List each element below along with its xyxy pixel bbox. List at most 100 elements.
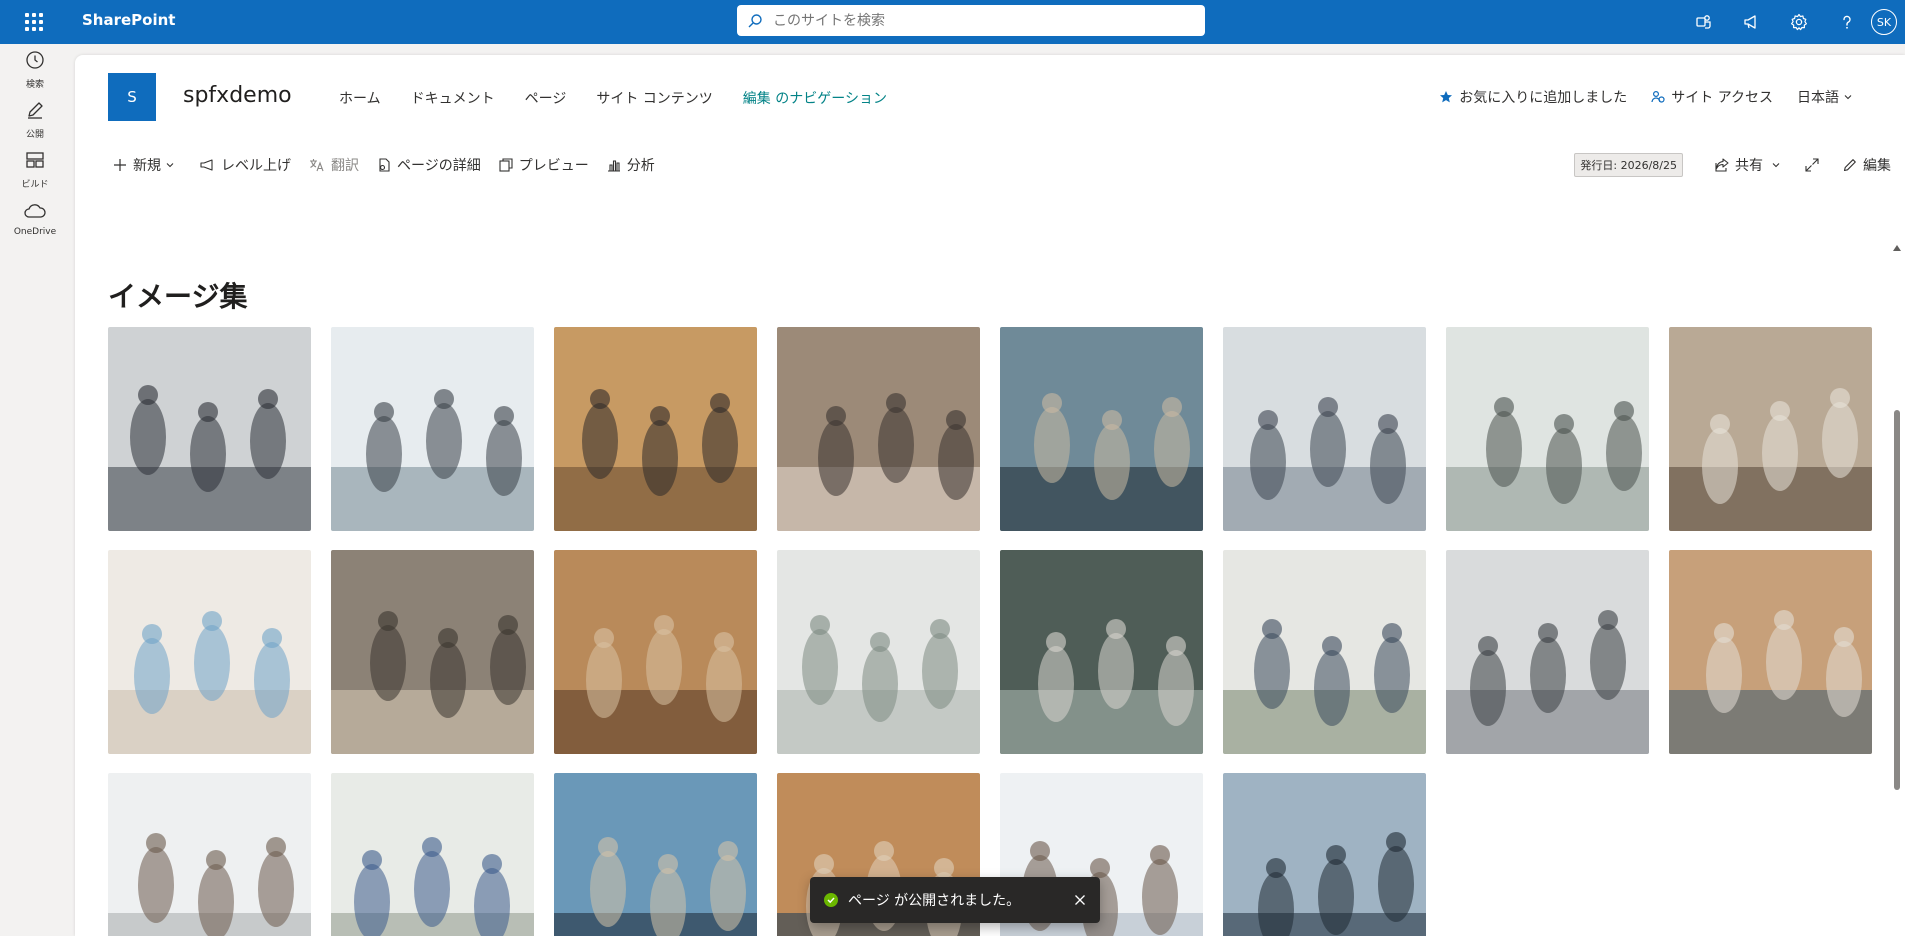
- gallery-image[interactable]: [108, 773, 311, 936]
- appbar-label: OneDrive: [13, 227, 57, 237]
- appbar-item-search[interactable]: 検索: [0, 44, 70, 94]
- appbar-item-build[interactable]: ビルド: [0, 144, 70, 194]
- site-navigation: ホーム ドキュメント ページ サイト コンテンツ 編集 のナビゲーション: [339, 88, 917, 108]
- appbar-label: ビルド: [21, 179, 49, 190]
- new-label: 新規: [133, 158, 161, 174]
- share-label: 共有: [1735, 158, 1763, 174]
- scroll-up-arrow[interactable]: [1893, 245, 1901, 251]
- check-icon: [824, 893, 838, 907]
- megaphone-icon: [200, 159, 213, 171]
- gear-document-icon: [379, 158, 390, 172]
- preview-icon: [499, 158, 513, 172]
- suite-icons: SK: [1679, 0, 1905, 44]
- teams-icon[interactable]: [1679, 0, 1727, 44]
- search-icon: [24, 49, 46, 75]
- gallery-image[interactable]: [777, 550, 980, 754]
- search-icon: [737, 5, 773, 36]
- language-selector[interactable]: 日本語: [1797, 87, 1853, 107]
- chart-icon: [607, 160, 620, 172]
- appbar-label: 検索: [25, 79, 44, 90]
- appbar-item-onedrive[interactable]: OneDrive: [0, 194, 70, 244]
- gallery-image[interactable]: [1446, 327, 1649, 531]
- gallery-image[interactable]: [1223, 327, 1426, 531]
- promote-button[interactable]: レベル上げ: [199, 155, 291, 175]
- gear-icon[interactable]: [1775, 0, 1823, 44]
- gallery-image[interactable]: [1669, 550, 1872, 754]
- share-icon: [1715, 158, 1729, 172]
- nav-documents[interactable]: ドキュメント: [411, 88, 495, 108]
- site-logo[interactable]: S: [108, 73, 156, 121]
- share-button[interactable]: 共有: [1715, 155, 1787, 175]
- help-icon[interactable]: [1823, 0, 1871, 44]
- expand-button[interactable]: [1805, 158, 1825, 172]
- language-label: 日本語: [1797, 90, 1839, 106]
- gallery-image[interactable]: [1000, 550, 1203, 754]
- site-access-label: サイト アクセス: [1671, 90, 1773, 106]
- preview-label: プレビュー: [518, 158, 589, 174]
- translate-button[interactable]: 翻訳: [309, 155, 359, 175]
- analytics-label: 分析: [626, 158, 655, 174]
- pencil-icon: [1843, 159, 1856, 172]
- gallery-image[interactable]: [554, 550, 757, 754]
- nav-site-contents[interactable]: サイト コンテンツ: [596, 88, 712, 108]
- cloud-icon: [23, 201, 47, 225]
- star-icon: [1440, 91, 1453, 103]
- gallery-image[interactable]: [1223, 550, 1426, 754]
- build-icon: [24, 149, 46, 175]
- gallery-image[interactable]: [331, 327, 534, 531]
- gallery-image[interactable]: [331, 550, 534, 754]
- suite-bar: SharePoint SK: [0, 0, 1905, 44]
- chevron-down-icon: [1844, 95, 1852, 100]
- toast-message: ページ が公開されました。: [848, 893, 1021, 909]
- appbar-label: 公開: [25, 129, 44, 140]
- gallery-image[interactable]: [108, 550, 311, 754]
- site-header: S spfxdemo ホーム ドキュメント ページ サイト コンテンツ 編集 の…: [75, 55, 1905, 135]
- chevron-down-icon: [1772, 163, 1780, 168]
- app-bar: 検索 公開 ビルド OneDrive: [0, 44, 70, 936]
- close-icon[interactable]: [1074, 891, 1086, 910]
- gallery-image[interactable]: [331, 773, 534, 936]
- section-title: イメージ集: [108, 280, 248, 313]
- page-canvas: S spfxdemo ホーム ドキュメント ページ サイト コンテンツ 編集 の…: [75, 55, 1905, 936]
- new-button[interactable]: 新規: [113, 155, 181, 175]
- translate-icon: [310, 159, 324, 172]
- gallery-image[interactable]: [1223, 773, 1426, 936]
- command-bar: 新規 レベル上げ 翻訳 ページの詳細 プレビュー 分析 発行日: 2026/8/…: [75, 145, 1905, 185]
- gallery-image[interactable]: [554, 327, 757, 531]
- megaphone-icon[interactable]: [1727, 0, 1775, 44]
- edit-label: 編集: [1863, 158, 1891, 174]
- waffle-icon[interactable]: [22, 10, 46, 34]
- header-actions: お気に入りに追加しました サイト アクセス 日本語: [1415, 87, 1853, 107]
- scroll-thumb[interactable]: [1894, 410, 1900, 790]
- edit-button[interactable]: 編集: [1843, 155, 1891, 175]
- nav-home[interactable]: ホーム: [339, 88, 381, 108]
- page-details-button[interactable]: ページの詳細: [377, 155, 481, 175]
- plus-icon: [114, 159, 126, 171]
- favorite-button[interactable]: お気に入りに追加しました: [1439, 87, 1627, 107]
- site-title[interactable]: spfxdemo: [183, 83, 292, 108]
- people-icon: [1651, 90, 1665, 103]
- preview-button[interactable]: プレビュー: [499, 155, 589, 175]
- image-gallery: [108, 327, 1905, 936]
- appbar-item-publish[interactable]: 公開: [0, 94, 70, 144]
- avatar[interactable]: SK: [1871, 9, 1897, 35]
- gallery-image[interactable]: [1446, 550, 1649, 754]
- app-name[interactable]: SharePoint: [82, 11, 175, 29]
- search-box[interactable]: [737, 5, 1205, 36]
- gallery-image[interactable]: [777, 327, 980, 531]
- nav-edit[interactable]: 編集 のナビゲーション: [743, 88, 887, 108]
- gallery-image[interactable]: [108, 327, 311, 531]
- toast-notification: ページ が公開されました。: [810, 877, 1100, 923]
- translate-label: 翻訳: [331, 158, 359, 174]
- gallery-image[interactable]: [554, 773, 757, 936]
- chevron-down-icon: [166, 163, 174, 168]
- pen-icon: [24, 99, 46, 125]
- nav-pages[interactable]: ページ: [525, 88, 567, 108]
- analytics-button[interactable]: 分析: [607, 155, 655, 175]
- scrollbar[interactable]: [1892, 245, 1902, 935]
- site-access-button[interactable]: サイト アクセス: [1651, 87, 1773, 107]
- search-input[interactable]: [773, 5, 1205, 36]
- gallery-image[interactable]: [1669, 327, 1872, 531]
- gallery-image[interactable]: [1000, 327, 1203, 531]
- page-details-label: ページの詳細: [397, 158, 481, 174]
